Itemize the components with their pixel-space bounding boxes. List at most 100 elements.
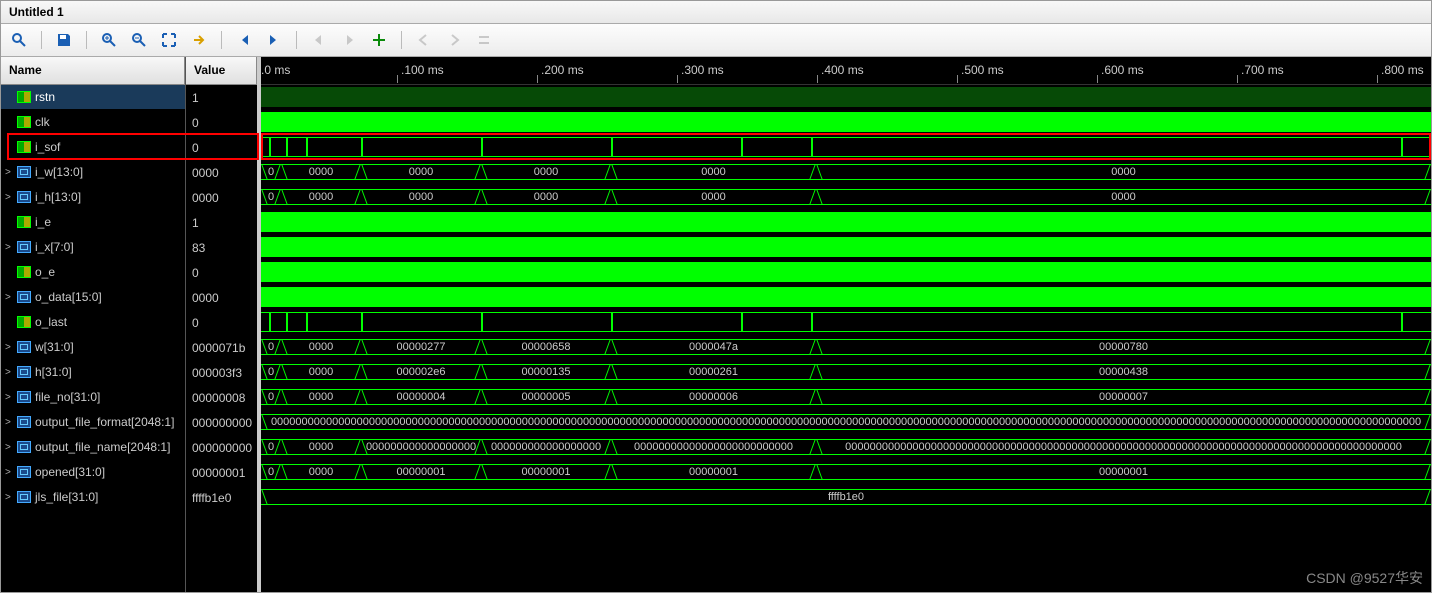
waveform-row[interactable]	[261, 310, 1431, 335]
signal-row-clk[interactable]: clk	[1, 110, 185, 135]
expand-icon[interactable]: >	[5, 192, 15, 203]
next-edge-icon[interactable]	[444, 30, 464, 50]
bus-segment: 00000780	[816, 340, 1431, 354]
step-fwd-icon[interactable]	[339, 30, 359, 50]
waveform-row[interactable]: 0000000000277000006580000047a00000780	[261, 335, 1431, 360]
waveform-row[interactable]: 00000000002e6000001350000026100000438	[261, 360, 1431, 385]
last-icon[interactable]	[264, 30, 284, 50]
zoom-out-icon[interactable]	[129, 30, 149, 50]
signal-row-i-h-13-0-[interactable]: >i_h[13:0]	[1, 185, 185, 210]
bus-segment: 0000	[361, 165, 481, 179]
expand-icon[interactable]: >	[5, 292, 15, 303]
separator	[221, 31, 222, 49]
signal-row-h-31-0-[interactable]: >h[31:0]	[1, 360, 185, 385]
bus-segment: 00000000000000000000000000	[611, 440, 816, 454]
signal-name: jls_file[31:0]	[35, 490, 98, 504]
signal-row-i-e[interactable]: i_e	[1, 210, 185, 235]
expand-icon[interactable]: >	[5, 242, 15, 253]
waveform-row[interactable]: 0000000000000000000000000000000000000000…	[261, 435, 1431, 460]
waveform-row[interactable]: 000000000000000000000	[261, 160, 1431, 185]
goto-icon[interactable]	[189, 30, 209, 50]
waveform-row[interactable]: 0000000000001000000010000000100000001	[261, 460, 1431, 485]
bus-segment: 00000261	[611, 365, 816, 379]
signal-row-o-last[interactable]: o_last	[1, 310, 185, 335]
signal-row-file-no-31-0-[interactable]: > file_no[31:0]	[1, 385, 185, 410]
swap-icon[interactable]	[474, 30, 494, 50]
bus-segment: 0	[261, 165, 281, 179]
ruler-tick: .100 ms	[401, 63, 444, 77]
signal-row-rstn[interactable]: rstn	[1, 85, 185, 110]
waveform-row[interactable]: 0000000000000000000000000000000000000000…	[261, 410, 1431, 435]
signal-row-jls-file-31-0-[interactable]: > jls_file[31:0]	[1, 485, 185, 510]
first-icon[interactable]	[234, 30, 254, 50]
bus-segment: 0000000000000000000000000000000000000000…	[261, 415, 1431, 429]
expand-icon[interactable]: >	[5, 167, 15, 178]
signal-type-icon	[17, 441, 31, 453]
waveform-row[interactable]	[261, 110, 1431, 135]
name-header[interactable]: Name	[1, 57, 185, 85]
expand-icon[interactable]: >	[5, 417, 15, 428]
zoom-fit-icon[interactable]	[159, 30, 179, 50]
ruler-tick: .300 ms	[681, 63, 724, 77]
signal-name: file_no[31:0]	[35, 390, 100, 404]
expand-icon[interactable]: >	[5, 492, 15, 503]
waveform-row[interactable]: 000000000000000000000	[261, 185, 1431, 210]
prev-edge-icon[interactable]	[414, 30, 434, 50]
bus-segment: 00000135	[481, 365, 611, 379]
signal-row-i-sof[interactable]: i_sof	[1, 135, 185, 160]
signal-type-icon	[17, 316, 31, 328]
save-icon[interactable]	[54, 30, 74, 50]
time-ruler[interactable]: .0 ms.100 ms.200 ms.300 ms.400 ms.500 ms…	[261, 57, 1431, 85]
signal-row-o-e[interactable]: o_e	[1, 260, 185, 285]
signal-row-w-31-0-[interactable]: >w[31:0]	[1, 335, 185, 360]
signal-type-icon	[17, 116, 31, 128]
signal-type-icon	[17, 216, 31, 228]
waveform-row[interactable]	[261, 235, 1431, 260]
waveform-row[interactable]: 0000000000004000000050000000600000007	[261, 385, 1431, 410]
separator	[401, 31, 402, 49]
toolbar	[1, 24, 1431, 57]
step-back-icon[interactable]	[309, 30, 329, 50]
expand-icon[interactable]: >	[5, 367, 15, 378]
value-header[interactable]: Value	[186, 57, 257, 85]
bus-segment: ffffb1e0	[261, 490, 1431, 504]
waveform-row[interactable]	[261, 260, 1431, 285]
add-marker-icon[interactable]	[369, 30, 389, 50]
expand-icon[interactable]: >	[5, 467, 15, 478]
signal-type-icon	[17, 91, 31, 103]
waveform-row[interactable]	[261, 285, 1431, 310]
signal-value: 0	[186, 260, 257, 285]
expand-icon[interactable]: >	[5, 442, 15, 453]
signal-type-icon	[17, 191, 31, 203]
waveform-row[interactable]	[261, 85, 1431, 110]
waveform-row[interactable]	[261, 210, 1431, 235]
zoom-in-icon[interactable]	[99, 30, 119, 50]
signal-name: i_e	[35, 215, 51, 229]
signal-type-icon	[17, 166, 31, 178]
signal-row-output-file-name-2048-1-[interactable]: >output_file_name[2048:1]	[1, 435, 185, 460]
waveform-row[interactable]	[261, 135, 1431, 160]
signal-value: 1	[186, 210, 257, 235]
signal-value: 0	[186, 135, 257, 160]
ruler-tick: .200 ms	[541, 63, 584, 77]
signal-row-opened-31-0-[interactable]: >opened[31:0]	[1, 460, 185, 485]
bus-segment: 0000	[481, 190, 611, 204]
signal-row-output-file-format-2048-1-[interactable]: >output_file_format[2048:1]	[1, 410, 185, 435]
signal-value: 00000001	[186, 460, 257, 485]
separator	[296, 31, 297, 49]
signal-row-i-x-7-0-[interactable]: >i_x[7:0]	[1, 235, 185, 260]
value-column: Value 100000000001830000000000071b000003…	[185, 57, 257, 592]
signal-row-i-w-13-0-[interactable]: > i_w[13:0]	[1, 160, 185, 185]
search-icon[interactable]	[9, 30, 29, 50]
waveform-row[interactable]: ffffb1e0	[261, 485, 1431, 510]
expand-icon[interactable]: >	[5, 392, 15, 403]
bus-segment: 0000	[281, 340, 361, 354]
bus-segment: 00000001	[361, 465, 481, 479]
signal-row-o-data-15-0-[interactable]: >o_data[15:0]	[1, 285, 185, 310]
waveform-area[interactable]: .0 ms.100 ms.200 ms.300 ms.400 ms.500 ms…	[261, 57, 1431, 592]
expand-icon[interactable]: >	[5, 342, 15, 353]
signal-name: i_w[13:0]	[35, 165, 83, 179]
signal-value: 0	[186, 310, 257, 335]
signal-type-icon	[17, 491, 31, 503]
signal-type-icon	[17, 241, 31, 253]
